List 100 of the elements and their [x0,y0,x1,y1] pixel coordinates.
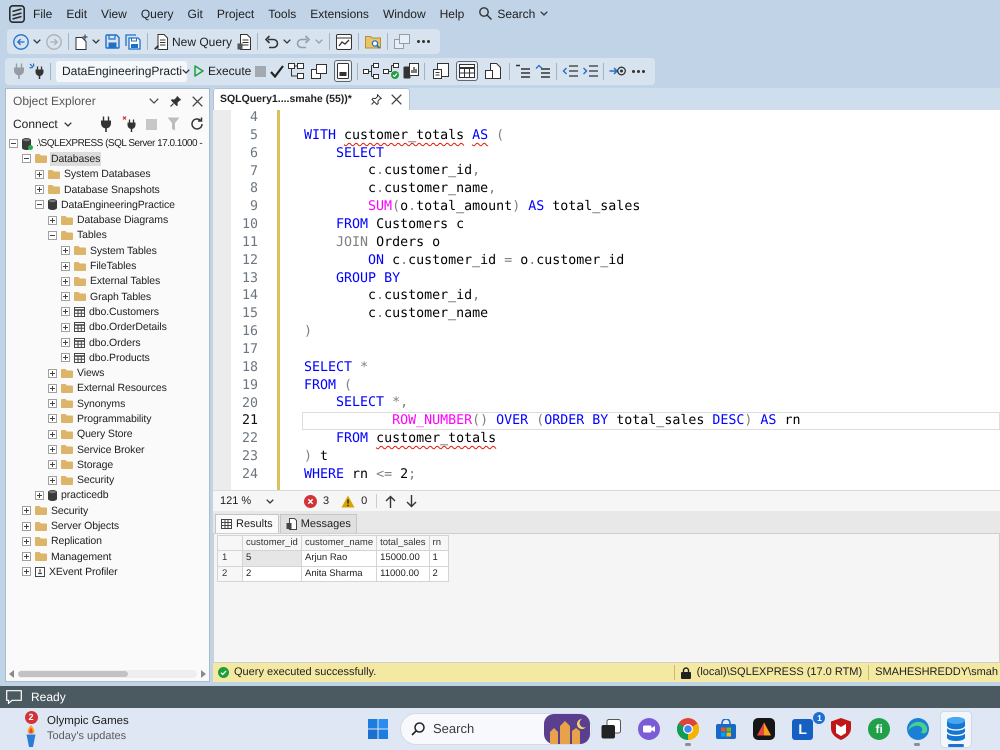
toolbar-button[interactable]: New Query [154,34,232,50]
close-icon[interactable] [192,96,203,106]
column-header[interactable]: customer_id [242,536,302,551]
plug-x-icon[interactable] [122,116,136,132]
toggle-button[interactable] [334,60,352,82]
tree-item[interactable]: Storage [76,458,114,472]
caret-icon[interactable] [92,39,100,44]
expand-icon[interactable] [48,414,57,424]
expand-icon[interactable] [48,476,57,485]
menu-item[interactable]: Edit [59,6,94,22]
collapse-icon[interactable] [22,154,31,164]
pin-icon[interactable] [370,94,382,105]
tree-item[interactable]: Management [50,550,112,564]
pin-icon[interactable] [170,95,182,107]
zoom-dropdown[interactable]: 121 % [216,492,278,510]
caret-icon[interactable] [33,39,41,44]
tree-item[interactable]: Synonyms [76,396,126,411]
menu-item[interactable]: View [94,6,134,22]
editor-tab[interactable]: SQLQuery1....smahe (55))* [213,88,410,110]
device-chart-icon[interactable] [403,63,420,79]
tree-item[interactable]: Server Objects [50,519,120,534]
tree-item[interactable]: Tables [76,228,108,242]
expand-icon[interactable] [22,552,31,562]
search-button[interactable]: Search [475,6,552,22]
expand-icon[interactable] [61,338,70,347]
arrow-circle-icon[interactable] [609,65,626,77]
tree-item[interactable]: practicedb [60,488,110,502]
table-cell[interactable]: 11000.00 [376,566,430,582]
menu-item[interactable]: Tools [261,6,304,22]
indent-icon[interactable] [582,65,598,77]
left-arrow-icon[interactable] [9,670,14,678]
shield-icon[interactable] [830,718,851,740]
tree-item[interactable]: Database Diagrams [76,213,170,228]
column-header[interactable]: total_sales [376,536,430,551]
expand-icon[interactable] [61,262,70,271]
comment-lines-icon[interactable] [515,64,532,78]
menu-item[interactable]: Git [180,6,210,22]
column-header[interactable]: customer_name [302,536,377,551]
tree-item[interactable]: Security [76,473,116,488]
menu-item[interactable]: Extensions [303,6,376,22]
caret-icon[interactable] [283,39,292,44]
scrollbar-thumb[interactable] [18,671,128,677]
tree-item[interactable]: Graph Tables [89,290,152,304]
video-camera-icon[interactable] [638,718,660,740]
boxes-check-icon[interactable] [383,63,400,79]
row-number[interactable]: 1 [218,550,242,566]
expand-icon[interactable] [22,567,31,576]
expand-icon[interactable] [61,307,70,316]
tree-item[interactable]: Replication [50,534,103,548]
down-arrow-icon[interactable] [406,494,418,508]
search-icon[interactable] [411,722,425,736]
tree-item[interactable]: External Tables [89,274,162,288]
checkmark-icon[interactable] [270,64,284,78]
expand-icon[interactable] [35,170,44,179]
tree-item[interactable]: dbo.Products [88,350,151,365]
collapse-icon[interactable] [35,200,44,210]
document-icon[interactable] [237,34,252,50]
table-cell[interactable]: Anita Sharma [302,566,377,582]
plug-sparks-icon[interactable] [29,63,45,79]
letter-tile[interactable]: L [792,718,814,740]
expand-icon[interactable] [48,445,57,454]
expand-icon[interactable] [48,399,57,408]
menu-item[interactable]: File [26,6,60,22]
tree-item[interactable]: XEvent Profiler [48,564,119,579]
collapse-icon[interactable] [9,139,18,148]
tree-item[interactable]: System Databases [63,167,152,182]
text-document-icon[interactable] [433,63,450,79]
toolbar-button[interactable]: Execute [194,63,252,79]
outdent-icon[interactable] [562,65,578,77]
database-dropdown[interactable]: DataEngineeringPracti [56,60,187,82]
menu-item[interactable]: Help [432,6,472,22]
expand-icon[interactable] [61,246,70,256]
warning-icon[interactable] [341,494,356,508]
tree-item[interactable]: System Tables [89,244,158,258]
folder-search-icon[interactable] [365,34,382,48]
expand-icon[interactable] [61,292,70,302]
expand-icon[interactable] [22,506,31,516]
result-tab[interactable]: Messages [280,514,357,533]
file-icon[interactable] [485,63,502,79]
tree-item[interactable]: dbo.Customers [88,304,160,319]
expand-icon[interactable] [61,353,70,362]
row-number[interactable]: 2 [218,566,242,582]
expand-icon[interactable] [48,384,57,393]
close-icon[interactable] [390,94,402,105]
expand-icon[interactable] [48,430,57,439]
table-cell[interactable]: 2 [429,566,448,582]
expand-icon[interactable] [48,368,57,378]
expand-icon[interactable] [22,536,31,546]
expand-icon[interactable] [48,216,57,225]
tree-item[interactable]: .\SQLEXPRESS (SQL Server 17.0.1000 - [36,136,202,151]
table-cell[interactable]: Arjun Rao [302,550,377,566]
overlapping-squares-icon[interactable] [601,719,622,739]
tree-item[interactable]: dbo.OrderDetails [88,320,168,334]
tree-item[interactable]: DataEngineeringPractice [60,198,176,212]
tree-item[interactable]: FileTables [89,259,138,274]
ring-logo-icon[interactable] [676,718,699,740]
swirl-icon[interactable] [906,718,929,740]
save-all-icon[interactable] [125,34,141,50]
tree-item[interactable]: Programmability [76,412,152,426]
more-icon[interactable] [632,70,646,72]
